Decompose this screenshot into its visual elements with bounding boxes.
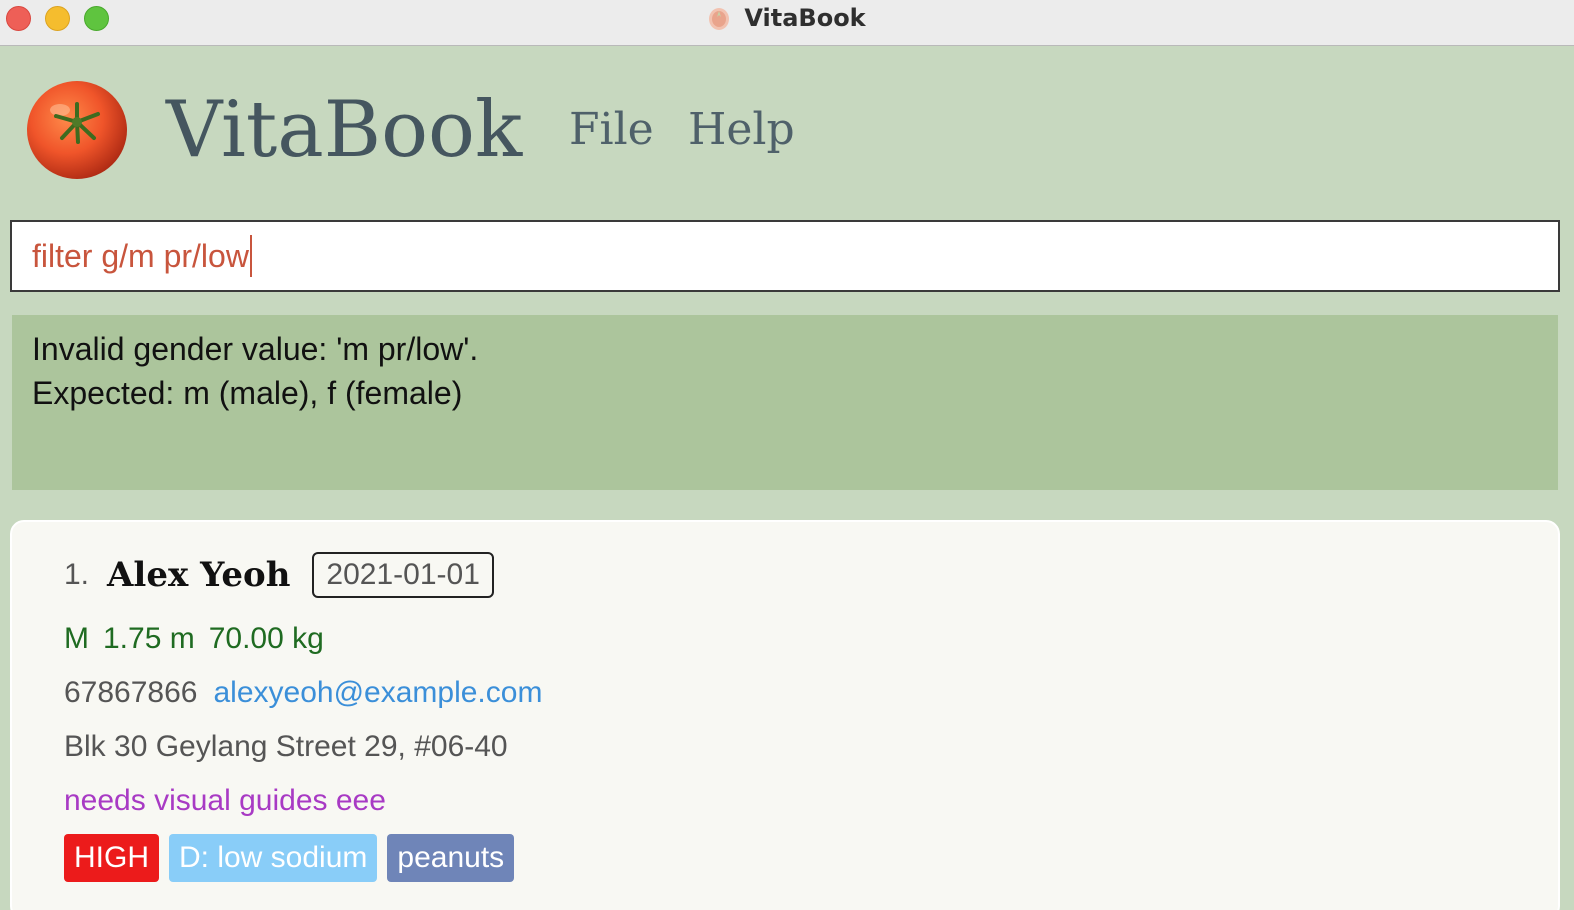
menu-help[interactable]: Help xyxy=(688,100,795,160)
tomato-logo-icon xyxy=(27,81,127,179)
result-line: Invalid gender value: 'm pr/low'. xyxy=(32,331,479,367)
window-title: VitaBook xyxy=(744,4,866,32)
person-contact-row: 67867866 alexyeoh@example.com xyxy=(64,676,542,710)
person-header-row: 1. Alex Yeoh 2021-01-01 xyxy=(64,552,494,598)
person-phone: 67867866 xyxy=(64,676,198,709)
allergy-tag: peanuts xyxy=(387,834,515,882)
person-address: Blk 30 Geylang Street 29, #06-40 xyxy=(64,730,508,763)
tomato-icon xyxy=(709,8,730,30)
person-gender: M xyxy=(64,622,89,655)
text-caret xyxy=(249,235,252,277)
menu-file[interactable]: File xyxy=(569,100,654,160)
command-input[interactable]: filter g/m pr/low xyxy=(10,220,1560,292)
person-height: 1.75 m xyxy=(103,622,195,655)
person-index: 1. xyxy=(64,558,90,591)
person-tags-row: HIGH D: low sodium peanuts xyxy=(64,834,524,882)
person-vitals-row: M 1.75 m 70.00 kg xyxy=(64,622,338,656)
window-title-wrap: VitaBook xyxy=(0,0,1574,36)
result-display: Invalid gender value: 'm pr/low'. Expect… xyxy=(12,315,1558,490)
appointment-date-badge: 2021-01-01 xyxy=(312,552,494,598)
command-text: filter g/m pr/low xyxy=(32,237,249,274)
person-card[interactable]: 1. Alex Yeoh 2021-01-01 M 1.75 m 70.00 k… xyxy=(10,520,1560,910)
person-email[interactable]: alexyeoh@example.com xyxy=(213,676,542,710)
app-name: VitaBook xyxy=(166,85,523,175)
person-name: Alex Yeoh xyxy=(107,555,291,595)
person-remark: needs visual guides eee xyxy=(64,784,386,817)
window-title-bar: VitaBook xyxy=(0,0,1574,46)
result-line: Expected: m (male), f (female) xyxy=(32,375,463,411)
diet-tag: D: low sodium xyxy=(169,834,378,882)
person-weight: 70.00 kg xyxy=(208,622,324,655)
priority-tag: HIGH xyxy=(64,834,159,882)
